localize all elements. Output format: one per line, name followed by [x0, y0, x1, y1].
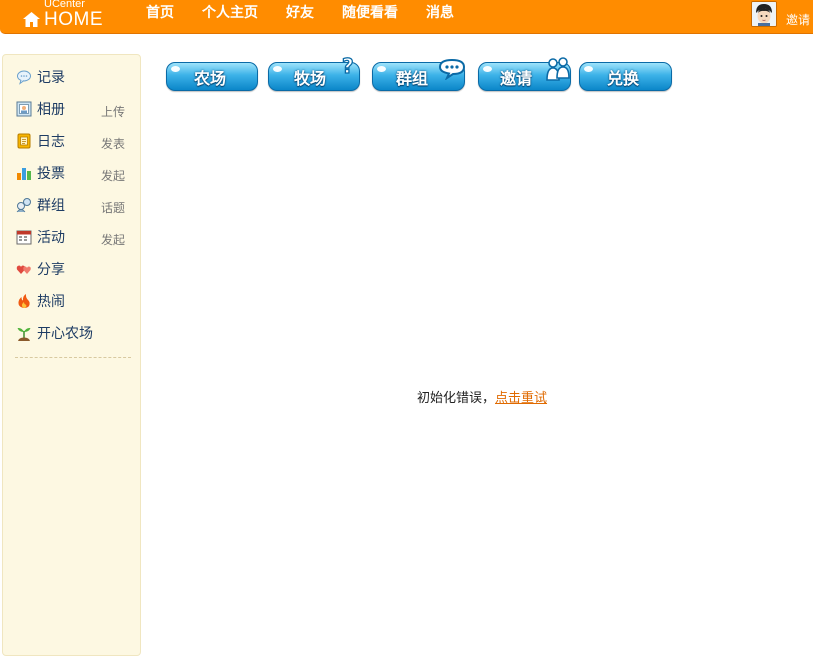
- bar-chart-icon: [17, 168, 31, 180]
- share-hearts-icon: [16, 265, 31, 274]
- user-avatar[interactable]: [751, 1, 777, 27]
- ucenter-home-logo[interactable]: UCenter HOME: [22, 0, 122, 33]
- nav-browse[interactable]: 随便看看: [342, 0, 398, 28]
- init-error-message: 初始化错误，点击重试: [417, 387, 547, 406]
- sidebar-label-share[interactable]: 分享: [37, 259, 65, 279]
- invite-link[interactable]: 邀请: [786, 11, 810, 28]
- group-button-label: 群组: [396, 69, 429, 88]
- sidebar-item-farm: 开心农场: [3, 317, 140, 349]
- nav-friends[interactable]: 好友: [286, 0, 314, 28]
- top-header: UCenter HOME 首页 个人主页 好友 随便看看 消息 邀请: [0, 0, 813, 34]
- album-upload-link[interactable]: 上传: [101, 103, 125, 120]
- top-nav: 首页 个人主页 好友 随便看看 消息: [146, 0, 482, 28]
- group-icon: [16, 198, 31, 213]
- people-icon: [546, 57, 570, 81]
- house-icon: [23, 12, 40, 27]
- sidebar-item-group: 群组 话题: [3, 189, 140, 221]
- group-topic-link[interactable]: 话题: [101, 199, 125, 216]
- sidebar-item-share: 分享: [3, 253, 140, 285]
- event-start-link[interactable]: 发起: [101, 231, 125, 248]
- exchange-app-button[interactable]: 兑换: [579, 62, 672, 91]
- sidebar-label-album[interactable]: 相册: [37, 99, 65, 119]
- farm-app-button[interactable]: 农场: [166, 62, 258, 91]
- nav-home[interactable]: 首页: [146, 0, 174, 28]
- invite-button-label: 邀请: [500, 69, 533, 88]
- avatar-face-icon: [752, 2, 776, 26]
- sidebar-item-album: 相册 上传: [3, 93, 140, 125]
- sidebar-item-poll: 投票 发起: [3, 157, 140, 189]
- diary-icon: [17, 133, 31, 149]
- sidebar-divider: [15, 357, 131, 358]
- question-mark-icon: ?: [341, 55, 354, 77]
- sidebar-label-group[interactable]: 群组: [37, 195, 65, 215]
- sidebar-label-poll[interactable]: 投票: [37, 163, 65, 183]
- nav-profile[interactable]: 个人主页: [202, 0, 258, 28]
- sidebar-item-event: 活动 发起: [3, 221, 140, 253]
- calendar-icon: [16, 230, 32, 245]
- sidebar-item-records: 记录: [3, 61, 140, 93]
- sidebar-item-hot: 热闹: [3, 285, 140, 317]
- exchange-button-label: 兑换: [607, 69, 640, 88]
- sprout-icon: [17, 327, 31, 341]
- sidebar: 记录 相册 上传 日志 发表 投票 发起 群组 话题 活动 发起 分享 热闹 开…: [2, 54, 141, 656]
- poll-start-link[interactable]: 发起: [101, 167, 125, 184]
- init-error-text: 初始化错误，: [417, 391, 496, 406]
- nav-messages[interactable]: 消息: [426, 0, 454, 28]
- logo-home-text: HOME: [44, 9, 103, 30]
- sidebar-label-diary[interactable]: 日志: [37, 131, 65, 151]
- group-app-button[interactable]: 群组: [372, 58, 466, 91]
- retry-link[interactable]: 点击重试: [495, 391, 547, 406]
- speech-bubble-icon: [17, 70, 31, 85]
- chat-bubble-icon: [438, 58, 466, 80]
- diary-post-link[interactable]: 发表: [101, 135, 125, 152]
- svg-text:?: ?: [342, 55, 354, 77]
- ranch-app-button[interactable]: 牧场 ?: [268, 55, 360, 91]
- fire-icon: [18, 294, 30, 308]
- sidebar-label-farm[interactable]: 开心农场: [37, 323, 93, 343]
- ranch-button-label: 牧场: [294, 69, 327, 88]
- sidebar-label-event[interactable]: 活动: [37, 227, 65, 247]
- farm-button-label: 农场: [194, 69, 227, 88]
- invite-app-button[interactable]: 邀请: [478, 57, 572, 91]
- sidebar-label-hot[interactable]: 热闹: [37, 291, 65, 311]
- sidebar-menu: 记录 相册 上传 日志 发表 投票 发起 群组 话题 活动 发起 分享 热闹 开…: [3, 61, 140, 349]
- photo-album-icon: [16, 101, 32, 117]
- sidebar-label-records[interactable]: 记录: [37, 67, 65, 87]
- sidebar-item-diary: 日志 发表: [3, 125, 140, 157]
